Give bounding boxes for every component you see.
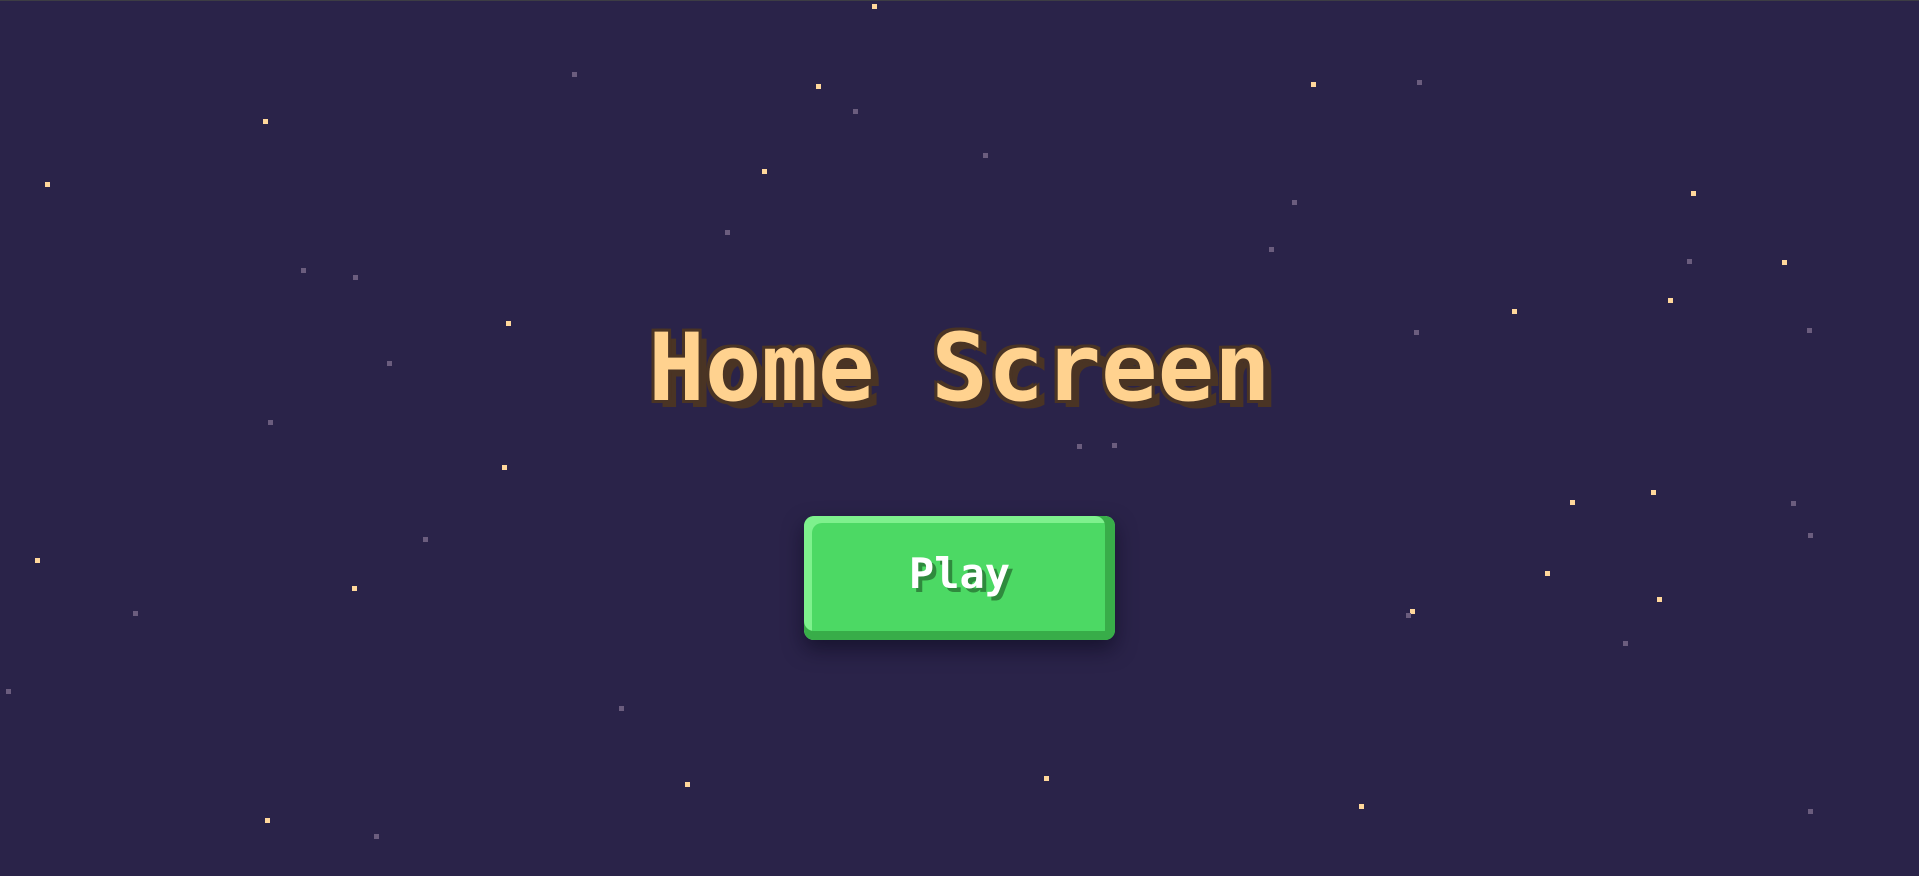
- starfield: [0, 0, 1919, 876]
- star: [353, 275, 358, 280]
- star: [133, 611, 138, 616]
- star: [1292, 200, 1297, 205]
- star: [1687, 259, 1692, 264]
- star: [685, 782, 690, 787]
- star: [301, 268, 306, 273]
- star: [1668, 298, 1673, 303]
- star: [1791, 501, 1796, 506]
- star: [1311, 82, 1316, 87]
- star: [1512, 309, 1517, 314]
- star: [263, 119, 268, 124]
- play-button-label: Play: [908, 549, 1011, 598]
- star: [1112, 443, 1117, 448]
- star: [35, 558, 40, 563]
- star: [268, 420, 273, 425]
- star: [853, 109, 858, 114]
- star: [265, 818, 270, 823]
- play-button[interactable]: Play: [804, 516, 1115, 640]
- star: [1359, 804, 1364, 809]
- star: [725, 230, 730, 235]
- star: [45, 182, 50, 187]
- star: [1417, 80, 1422, 85]
- star: [1269, 247, 1274, 252]
- star: [423, 537, 428, 542]
- star: [762, 169, 767, 174]
- star: [352, 586, 357, 591]
- star: [1691, 191, 1696, 196]
- star: [572, 72, 577, 77]
- star: [1808, 809, 1813, 814]
- star: [6, 689, 11, 694]
- star: [816, 84, 821, 89]
- star: [1545, 571, 1550, 576]
- star: [1044, 776, 1049, 781]
- star: [502, 465, 507, 470]
- star: [1623, 641, 1628, 646]
- star: [1406, 613, 1411, 618]
- star: [374, 834, 379, 839]
- star: [619, 706, 624, 711]
- star: [1651, 490, 1656, 495]
- home-screen-title: Home Screen: [648, 314, 1271, 423]
- star: [872, 4, 877, 9]
- star: [1782, 260, 1787, 265]
- star: [1570, 500, 1575, 505]
- star: [1657, 597, 1662, 602]
- star: [1808, 533, 1813, 538]
- star: [1077, 444, 1082, 449]
- star: [983, 153, 988, 158]
